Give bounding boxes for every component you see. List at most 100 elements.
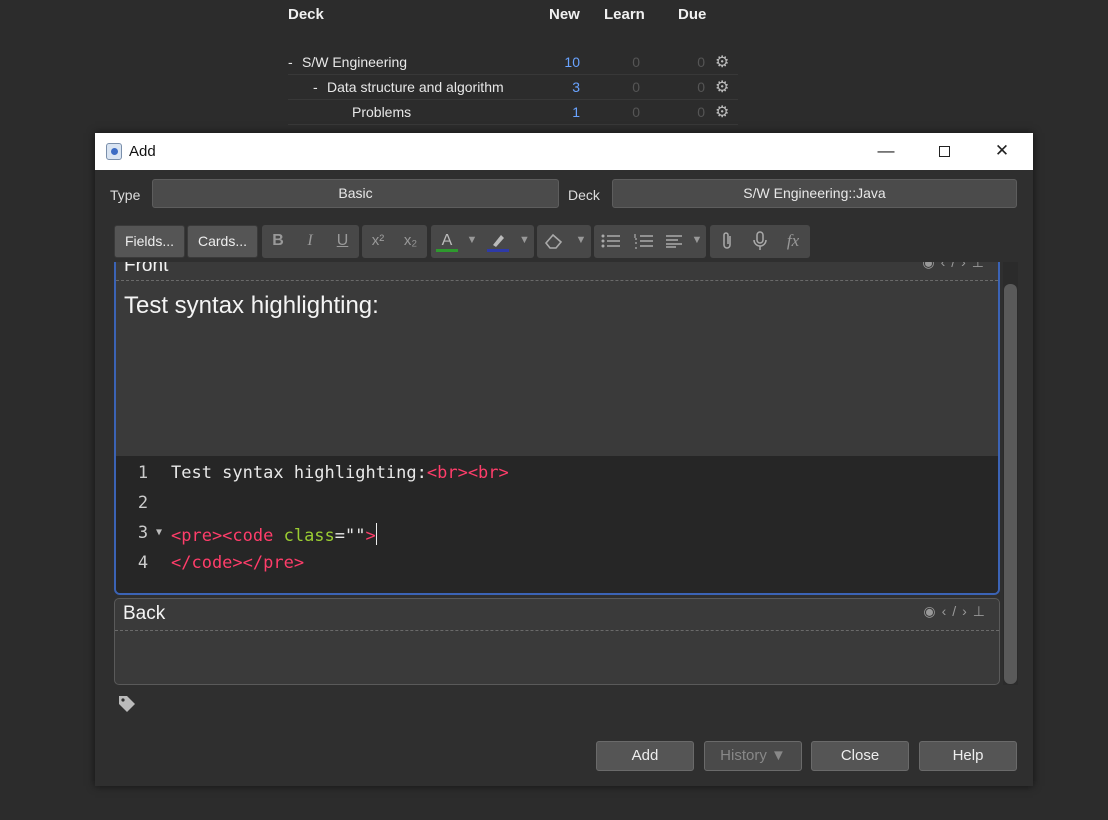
highlighter-icon [493,234,504,247]
text-color-button[interactable]: A [431,225,463,258]
html-editor-icon[interactable]: ‹/› [941,262,972,270]
type-deck-bar: Type Basic Deck S/W Engineering::Java [95,170,1033,210]
gear-icon[interactable]: ⚙ [715,52,729,72]
format-group: B I U [262,225,359,258]
function-icon[interactable]: fx [776,225,810,258]
html-editor-icon[interactable]: ‹/› [942,603,973,619]
code-line: 4 </code></pre> [116,553,998,583]
type-label: Type [110,187,141,203]
history-button[interactable]: History ▼ [704,741,802,771]
italic-button[interactable]: I [294,225,326,258]
deck-name[interactable]: S/W Engineering [302,54,407,70]
code-line: 1 Test syntax highlighting:<br><br> [116,463,998,493]
close-window-button[interactable]: ✕ [973,133,1031,170]
code-content: </code></pre> [171,553,305,573]
numbered-list-button[interactable] [627,225,660,258]
color-group: A ▼ ▼ [431,225,534,258]
paperclip-icon [722,232,731,249]
eraser-dropdown[interactable]: ▼ [571,225,591,258]
align-icon [666,235,682,248]
align-button[interactable] [660,225,688,258]
field-editor: Front ◉‹/›⊥ Test syntax highlighting: 1 … [113,262,1019,685]
back-field[interactable]: Back ◉‹/›⊥ [114,598,1000,685]
highlight-button[interactable] [481,225,515,258]
text-cursor [375,523,377,545]
text-color-swatch [436,249,458,252]
deck-collapse[interactable]: - [313,79,318,95]
deck-new-count: 1 [572,104,580,120]
tag-icon[interactable] [117,694,137,714]
line-number: 1 [137,463,149,483]
maximize-button[interactable] [915,133,973,170]
align-dropdown[interactable]: ▼ [688,225,706,258]
text-color-dropdown[interactable]: ▼ [463,225,481,258]
gear-icon[interactable]: ⚙ [715,77,729,97]
close-button[interactable]: Close [811,741,909,771]
add-window: Add — ✕ Type Basic Deck S/W Engineering:… [95,133,1033,786]
front-field-label: Front [124,262,169,276]
deck-collapse[interactable]: - [288,54,293,70]
superscript-button[interactable]: x² [362,225,394,258]
deck-learn-count: 0 [632,79,640,95]
deck-learn-count: 0 [632,54,640,70]
code-content: Test syntax highlighting:<br><br> [171,463,509,483]
deck-row[interactable]: Problems 1 0 0 ⚙ [288,100,738,125]
eye-icon[interactable]: ◉ [923,603,941,619]
maximize-icon [938,146,950,158]
deck-new-count: 3 [572,79,580,95]
attach-button[interactable] [710,225,743,258]
minimize-button[interactable]: — [857,133,915,170]
deck-due-count: 0 [697,104,705,120]
col-header-deck: Deck [288,6,324,23]
deck-name[interactable]: Data structure and algorithm [327,79,504,95]
bold-button[interactable]: B [262,225,294,258]
cards-button[interactable]: Cards... [187,225,258,258]
record-audio-button[interactable] [743,225,776,258]
deck-new-count: 10 [564,54,580,70]
col-header-learn: Learn [604,6,645,23]
title-bar[interactable]: Add — ✕ [95,133,1033,170]
scrollbar-thumb[interactable] [1004,284,1017,684]
front-rich-text[interactable]: Test syntax highlighting: [124,292,379,320]
code-line: 2 [116,493,998,523]
deck-selector[interactable]: S/W Engineering::Java [612,179,1017,208]
html-code-editor[interactable]: 1 Test syntax highlighting:<br><br> 2 3 … [116,456,998,593]
editor-scrollbar[interactable] [1003,262,1018,685]
col-header-new: New [549,6,580,23]
deck-row[interactable]: - Data structure and algorithm 3 0 0 ⚙ [288,75,738,100]
numbered-list-icon [633,233,653,249]
fold-arrow-icon[interactable]: ▼ [156,527,162,538]
eraser-group: ▼ [537,225,591,258]
line-number: 2 [137,493,149,513]
code-content: <pre><code class=""> [171,523,377,546]
gear-icon[interactable]: ⚙ [715,102,729,122]
add-button[interactable]: Add [596,741,694,771]
text-color-icon: A [441,232,453,249]
back-field-icons: ◉‹/›⊥ [923,603,991,620]
highlight-color-swatch [487,249,509,252]
pin-icon[interactable]: ⊥ [972,262,990,270]
deck-name[interactable]: Problems [352,104,411,120]
highlight-dropdown[interactable]: ▼ [515,225,534,258]
subscript-button[interactable]: x₂ [394,225,427,258]
fields-button[interactable]: Fields... [114,225,185,258]
field-divider [116,280,998,281]
deck-row[interactable]: - S/W Engineering 10 0 0 ⚙ [288,50,738,75]
line-number: 4 [137,553,149,573]
underline-button[interactable]: U [326,225,359,258]
eye-icon[interactable]: ◉ [922,262,940,270]
pin-icon[interactable]: ⊥ [973,603,991,619]
help-button[interactable]: Help [919,741,1017,771]
col-header-due: Due [678,6,707,23]
note-type-selector[interactable]: Basic [152,179,559,208]
bullet-list-icon [601,234,620,248]
front-field[interactable]: Front ◉‹/›⊥ Test syntax highlighting: 1 … [114,262,1000,595]
insert-group: fx [710,225,810,258]
bullet-list-button[interactable] [594,225,627,258]
microphone-icon [752,231,767,250]
back-field-label: Back [123,603,166,624]
eraser-button[interactable] [537,225,571,258]
deck-due-count: 0 [697,79,705,95]
line-number: 3 [137,523,149,543]
eraser-icon [544,233,563,249]
